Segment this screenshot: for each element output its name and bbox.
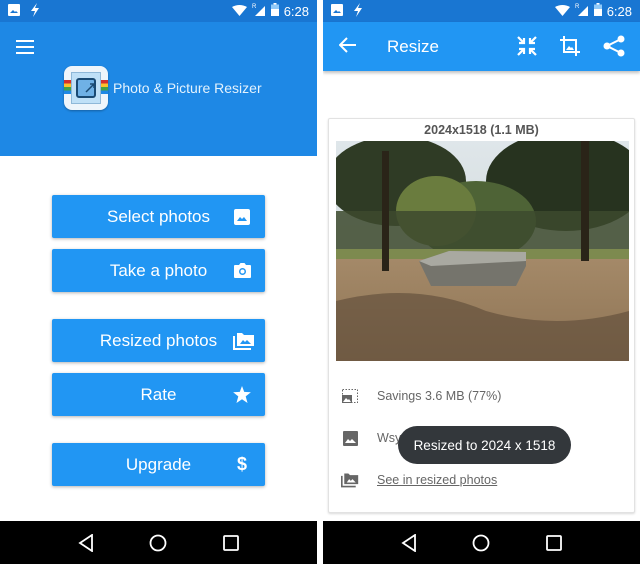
wifi-icon <box>231 4 247 19</box>
app-title: Photo & Picture Resizer <box>113 80 262 96</box>
resized-photos-label: Resized photos <box>99 330 218 350</box>
filename-row: Wsy <box>341 429 401 447</box>
home-screen: R 6:28 Photo & Picture Resizer Select ph… <box>0 0 317 564</box>
status-bar: R 6:28 <box>323 0 640 22</box>
image-notification-icon <box>331 3 343 19</box>
compress-icon[interactable] <box>516 35 538 57</box>
status-bar: R 6:28 <box>0 0 317 22</box>
wifi-icon <box>554 4 570 19</box>
upgrade-label: Upgrade <box>125 454 192 474</box>
toolbar: Resize <box>323 22 640 71</box>
battery-icon <box>593 3 602 19</box>
image-dimensions: 2024x1518 (1.1 MB) <box>424 123 539 137</box>
rate-button[interactable]: Rate <box>52 373 265 416</box>
select-photos-button[interactable]: Select photos <box>52 195 265 238</box>
recents-icon[interactable] <box>544 533 564 553</box>
savings-icon <box>341 387 359 405</box>
upgrade-button[interactable]: Upgrade $ <box>52 443 265 486</box>
take-photo-label: Take a photo <box>109 260 208 280</box>
camera-icon <box>233 262 251 280</box>
system-nav-bar <box>323 521 640 564</box>
home-icon[interactable] <box>471 533 491 553</box>
take-photo-button[interactable]: Take a photo <box>52 249 265 292</box>
rate-label: Rate <box>140 384 177 404</box>
image-icon <box>341 429 359 447</box>
back-icon[interactable] <box>76 533 96 553</box>
savings-text: Savings 3.6 MB (77%) <box>377 389 502 403</box>
system-nav-bar <box>0 521 317 564</box>
app-logo <box>64 66 108 110</box>
flash-icon <box>353 2 363 20</box>
cellular-roaming-icon: R <box>575 3 589 19</box>
toast-message: Resized to 2024 x 1518 <box>398 426 571 464</box>
back-icon[interactable] <box>399 533 419 553</box>
photo-library-icon <box>341 471 359 489</box>
toolbar-title: Resize <box>387 37 439 56</box>
home-icon[interactable] <box>148 533 168 553</box>
see-resized-row[interactable]: See in resized photos <box>341 471 497 489</box>
savings-row: Savings 3.6 MB (77%) <box>341 387 501 405</box>
crop-icon[interactable] <box>559 35 581 57</box>
cellular-roaming-icon: R <box>252 3 266 19</box>
status-time: 6:28 <box>606 3 632 19</box>
battery-icon <box>270 3 279 19</box>
svg-text:R: R <box>575 4 580 10</box>
see-in-resized-photos-link[interactable]: See in resized photos <box>377 473 497 487</box>
share-icon[interactable] <box>603 35 625 57</box>
photo-library-icon <box>233 332 255 350</box>
image-notification-icon <box>8 3 20 19</box>
image-icon <box>233 208 251 226</box>
star-icon <box>233 386 251 404</box>
flash-icon <box>30 2 40 20</box>
hamburger-menu-icon[interactable] <box>16 40 34 54</box>
status-time: 6:28 <box>283 3 309 19</box>
recents-icon[interactable] <box>221 533 241 553</box>
resized-photo-preview[interactable] <box>336 141 629 361</box>
app-header: Photo & Picture Resizer <box>0 22 317 156</box>
svg-text:R: R <box>252 4 257 10</box>
resize-screen: R 6:28 Resize 2024x1518 (1.1 MB) Savings… <box>323 0 640 564</box>
resized-photos-button[interactable]: Resized photos <box>52 319 265 362</box>
arrow-back-icon[interactable] <box>338 36 357 59</box>
select-photos-label: Select photos <box>106 206 210 226</box>
dollar-icon: $ <box>236 454 247 474</box>
